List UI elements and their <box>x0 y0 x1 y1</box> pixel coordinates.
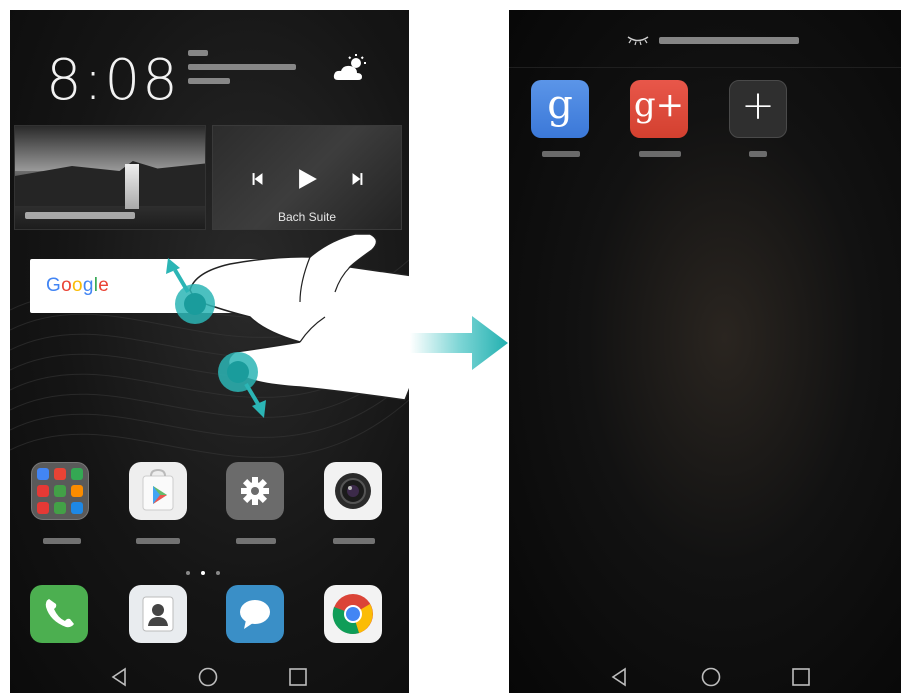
back-icon[interactable] <box>608 665 632 689</box>
photo-caption <box>25 212 135 219</box>
app-label <box>136 538 180 544</box>
google-app[interactable]: g <box>531 80 589 138</box>
app-label <box>43 538 81 544</box>
arrow-up-left <box>173 268 190 294</box>
messages-app[interactable] <box>226 585 284 643</box>
contacts-app[interactable] <box>129 585 187 643</box>
photo-sky <box>15 126 205 171</box>
weather-cloud-sun-icon[interactable] <box>332 54 368 84</box>
app-label <box>542 151 580 157</box>
music-widget[interactable]: Bach Suite <box>212 125 402 230</box>
phone-icon <box>45 599 74 628</box>
google-plus-app[interactable]: g+ <box>630 80 688 138</box>
folder-mini-icon <box>37 468 49 480</box>
clock-time[interactable]: 8:08 <box>46 48 180 113</box>
home-icon[interactable] <box>699 665 723 689</box>
gear-icon <box>241 477 269 505</box>
google-logo: Google <box>46 275 110 296</box>
settings-app[interactable] <box>226 462 284 520</box>
pinch-gesture-illustration <box>166 233 409 418</box>
chrome-icon <box>332 594 373 635</box>
folder-mini-icon <box>37 502 49 514</box>
home-app-row <box>10 462 409 544</box>
hidden-applications-screen: g g+ + <box>509 10 901 693</box>
recents-icon[interactable] <box>286 665 310 689</box>
hidden-apps-header <box>509 10 901 68</box>
chrome-app[interactable] <box>324 585 382 643</box>
closed-eye-icon <box>627 36 649 46</box>
play-store-icon <box>142 468 174 511</box>
folder-mini-icon <box>71 502 83 514</box>
contacts-icon <box>142 596 174 632</box>
music-controls <box>252 169 363 189</box>
date-info <box>188 50 296 92</box>
folder-mini-icon <box>71 468 83 480</box>
app-label <box>639 151 681 157</box>
photo-waterfall <box>125 164 139 209</box>
page-dot-active <box>201 571 205 575</box>
play-store-app[interactable] <box>129 462 187 520</box>
camera-app[interactable] <box>324 462 382 520</box>
folder-mini-icon <box>37 485 49 497</box>
transition-arrow-icon <box>410 316 508 370</box>
header-title <box>659 37 799 44</box>
page-dot <box>216 571 220 575</box>
play-icon[interactable] <box>299 169 317 189</box>
navigation-bar <box>509 665 901 693</box>
app-folder[interactable] <box>31 462 89 520</box>
page-indicator <box>186 562 231 580</box>
recents-icon[interactable] <box>789 665 813 689</box>
add-hidden-app-button[interactable]: + <box>729 80 787 138</box>
next-track-icon[interactable] <box>352 173 363 185</box>
back-icon[interactable] <box>108 665 132 689</box>
previous-track-icon[interactable] <box>252 173 263 185</box>
app-label <box>236 538 276 544</box>
home-icon[interactable] <box>196 665 220 689</box>
dock <box>10 585 409 655</box>
add-icon: + <box>741 83 775 129</box>
arrow-down-right <box>244 382 260 406</box>
google-icon: g <box>547 82 573 128</box>
phone-app[interactable] <box>30 585 88 643</box>
folder-mini-icon <box>71 485 83 497</box>
home-screen: 8:08 Bach Suite Google <box>10 10 409 693</box>
gallery-widget[interactable] <box>14 125 206 230</box>
page-dot <box>186 571 190 575</box>
folder-mini-icon <box>54 485 66 497</box>
folder-mini-icon <box>54 502 66 514</box>
google-plus-icon: g+ <box>633 85 685 125</box>
camera-icon <box>335 473 371 509</box>
app-label <box>749 151 767 157</box>
navigation-bar <box>10 665 409 693</box>
folder-mini-icon <box>54 468 66 480</box>
app-label <box>333 538 375 544</box>
message-icon <box>240 600 270 629</box>
